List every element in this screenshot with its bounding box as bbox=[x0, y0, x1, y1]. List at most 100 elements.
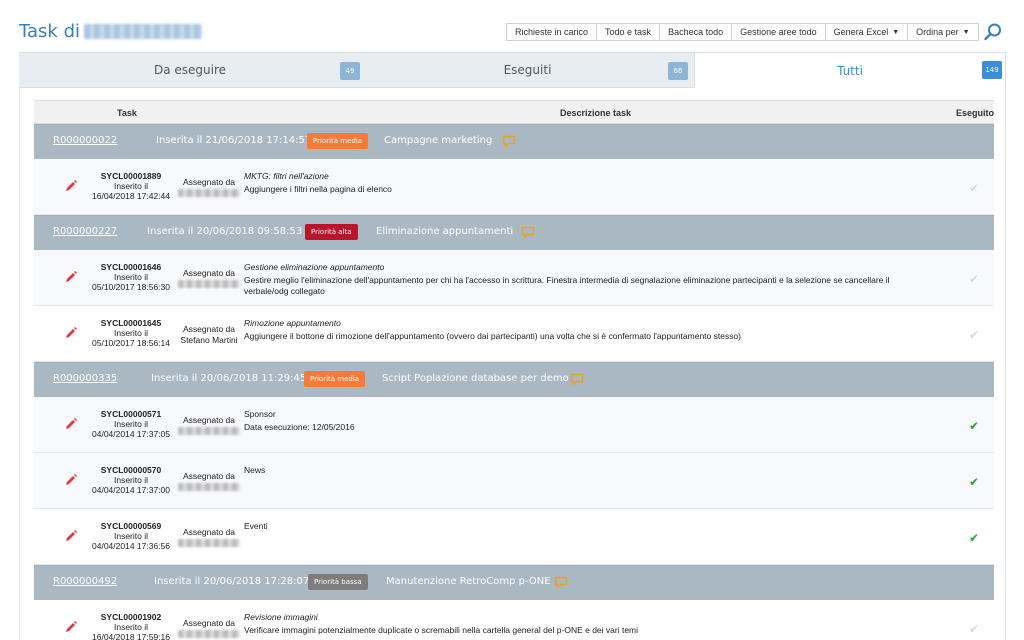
request-group-row: R000000335 Inserita il 20/06/2018 11:29:… bbox=[34, 362, 994, 397]
check-icon[interactable]: ✔ bbox=[969, 419, 979, 433]
genera-excel-dropdown[interactable]: Genera Excel ▼ bbox=[825, 23, 909, 41]
task-description-text: Verificare immagini potenzialmente dupli… bbox=[244, 625, 639, 635]
tab-da-eseguire[interactable]: Da eseguire 49 bbox=[19, 52, 361, 88]
task-code: SYCL00001645 bbox=[100, 318, 162, 328]
pencil-icon[interactable] bbox=[64, 620, 78, 634]
request-title: Campagne marketing bbox=[384, 135, 493, 146]
task-row: SYCL00000569 Inserito il 04/04/2014 17:3… bbox=[34, 509, 994, 565]
pencil-icon[interactable] bbox=[64, 529, 78, 543]
check-icon[interactable]: ✔ bbox=[969, 622, 979, 636]
task-inserted-date: 04/04/2014 17:36:56 bbox=[92, 541, 170, 551]
task-inserted-date: 04/04/2014 17:37:00 bbox=[92, 485, 170, 495]
pencil-icon[interactable] bbox=[64, 417, 78, 431]
task-inserted-label: Inserito il bbox=[113, 531, 148, 541]
check-icon[interactable]: ✔ bbox=[969, 328, 979, 342]
pencil-icon[interactable] bbox=[64, 473, 78, 487]
page-title-text: Task di bbox=[19, 21, 80, 42]
request-inserted-date: Inserita il 21/06/2018 17:14:57 bbox=[156, 135, 312, 146]
task-description: Sponsor Data esecuzione: 12/05/2016 bbox=[244, 409, 934, 433]
genera-excel-label: Genera Excel bbox=[833, 27, 889, 37]
task-row: SYCL00001645 Inserito il 05/10/2017 18:5… bbox=[34, 306, 994, 362]
ordina-per-dropdown[interactable]: Ordina per ▼ bbox=[908, 23, 979, 41]
tab-tutti[interactable]: Tutti 149 bbox=[694, 52, 1006, 88]
check-icon[interactable]: ✔ bbox=[969, 181, 979, 195]
request-code-link[interactable]: R000000335 bbox=[53, 373, 117, 384]
task-assigned-block: Assegnato da bbox=[175, 527, 243, 547]
task-description-title: Revisione immagini bbox=[244, 612, 318, 622]
richieste-in-carico-button[interactable]: Richieste in carico bbox=[506, 23, 598, 41]
comment-icon[interactable] bbox=[554, 576, 568, 589]
request-title: Eliminazione appuntamenti bbox=[376, 226, 514, 237]
pencil-icon[interactable] bbox=[64, 270, 78, 284]
request-code-link[interactable]: R000000227 bbox=[53, 226, 117, 237]
tab-label: Eseguiti bbox=[503, 63, 552, 77]
page-header: Task di Richieste in carico Todo e task … bbox=[0, 0, 1024, 52]
comment-icon[interactable] bbox=[570, 373, 584, 386]
column-header-done: Eseguito bbox=[956, 108, 995, 118]
task-description-text: Gestire meglio l'eliminazione dell'appun… bbox=[244, 275, 890, 296]
task-code-block: SYCL00000570 Inserito il 04/04/2014 17:3… bbox=[86, 465, 176, 495]
task-code: SYCL00000570 bbox=[100, 465, 162, 475]
check-icon[interactable]: ✔ bbox=[969, 272, 979, 286]
task-description: News bbox=[244, 465, 934, 478]
task-description: Rimozione appuntamento Aggiungere il bot… bbox=[244, 318, 934, 342]
caret-down-icon: ▼ bbox=[892, 28, 900, 36]
task-description-title: Rimozione appuntamento bbox=[244, 318, 341, 328]
assigned-label: Assegnato da bbox=[183, 268, 235, 278]
check-icon[interactable]: ✔ bbox=[969, 531, 979, 545]
redacted-assignee-name bbox=[178, 539, 240, 547]
task-row: SYCL00001646 Inserito il 05/10/2017 18:5… bbox=[34, 250, 994, 306]
gestione-aree-todo-button[interactable]: Gestione aree todo bbox=[732, 23, 826, 41]
bacheca-todo-button[interactable]: Bacheca todo bbox=[660, 23, 733, 41]
check-icon[interactable]: ✔ bbox=[969, 475, 979, 489]
task-assigned-block: Assegnato da bbox=[175, 415, 243, 435]
search-icon[interactable] bbox=[983, 22, 1003, 42]
task-description-text: Aggiungere i filtri nella pagina di elen… bbox=[244, 184, 392, 194]
task-code-block: SYCL00001889 Inserito il 16/04/2018 17:4… bbox=[86, 171, 176, 201]
assigned-label: Assegnato da bbox=[183, 415, 235, 425]
pencil-icon[interactable] bbox=[64, 326, 78, 340]
task-description: Gestione eliminazione appuntamento Gesti… bbox=[244, 262, 934, 297]
request-code-link[interactable]: R000000022 bbox=[53, 135, 117, 146]
task-description-title: Eventi bbox=[244, 521, 268, 531]
comment-icon[interactable] bbox=[521, 226, 535, 239]
task-code-block: SYCL00001645 Inserito il 05/10/2017 18:5… bbox=[86, 318, 176, 348]
comment-icon[interactable] bbox=[502, 135, 516, 148]
task-code-block: SYCL00000571 Inserito il 04/04/2014 17:3… bbox=[86, 409, 176, 439]
page-title: Task di bbox=[19, 21, 202, 42]
task-inserted-label: Inserito il bbox=[113, 328, 148, 338]
tab-count-badge: 149 bbox=[982, 61, 1002, 79]
task-code: SYCL00000569 bbox=[100, 521, 162, 531]
request-code-link[interactable]: R000000492 bbox=[53, 576, 117, 587]
task-description-title: Sponsor bbox=[244, 409, 276, 419]
tab-count-badge: 66 bbox=[668, 62, 688, 80]
tab-eseguiti[interactable]: Eseguiti 66 bbox=[361, 52, 694, 88]
request-group-row: R000000227 Inserita il 20/06/2018 09:58:… bbox=[34, 215, 994, 250]
task-code: SYCL00001889 bbox=[100, 171, 162, 181]
task-inserted-label: Inserito il bbox=[113, 475, 148, 485]
assigned-label: Assegnato da bbox=[183, 324, 235, 334]
task-description-title: News bbox=[244, 465, 266, 475]
caret-down-icon: ▼ bbox=[962, 28, 970, 36]
task-assigned-block: Assegnato da bbox=[175, 618, 243, 638]
task-description-title: Gestione eliminazione appuntamento bbox=[244, 262, 385, 272]
column-header-description: Descrizione task bbox=[560, 108, 632, 118]
request-inserted-date: Inserita il 20/06/2018 09:58:53 bbox=[147, 226, 303, 237]
pencil-icon[interactable] bbox=[64, 179, 78, 193]
assigned-label: Assegnato da bbox=[183, 618, 235, 628]
request-title: Manutenzione RetroComp p-ONE bbox=[386, 576, 551, 587]
todo-e-task-button[interactable]: Todo e task bbox=[597, 23, 661, 41]
redacted-assignee-name bbox=[178, 630, 240, 638]
task-description: Revisione immagini Verificare immagini p… bbox=[244, 612, 934, 636]
assigned-label: Assegnato da bbox=[183, 527, 235, 537]
task-inserted-date: 05/10/2017 18:56:14 bbox=[92, 338, 170, 348]
task-row: SYCL00001889 Inserito il 16/04/2018 17:4… bbox=[34, 159, 994, 215]
task-assigned-block: Assegnato da Stefano Martini bbox=[175, 324, 243, 346]
task-description-text: Data esecuzione: 12/05/2016 bbox=[244, 422, 355, 432]
request-group-row: R000000022 Inserita il 21/06/2018 17:14:… bbox=[34, 124, 994, 159]
task-assigned-block: Assegnato da bbox=[175, 177, 243, 197]
task-table: Task Descrizione task Eseguito R00000002… bbox=[34, 100, 994, 640]
task-inserted-label: Inserito il bbox=[113, 272, 148, 282]
priority-badge: Priorità media bbox=[307, 133, 369, 149]
assigned-label: Assegnato da bbox=[183, 471, 235, 481]
